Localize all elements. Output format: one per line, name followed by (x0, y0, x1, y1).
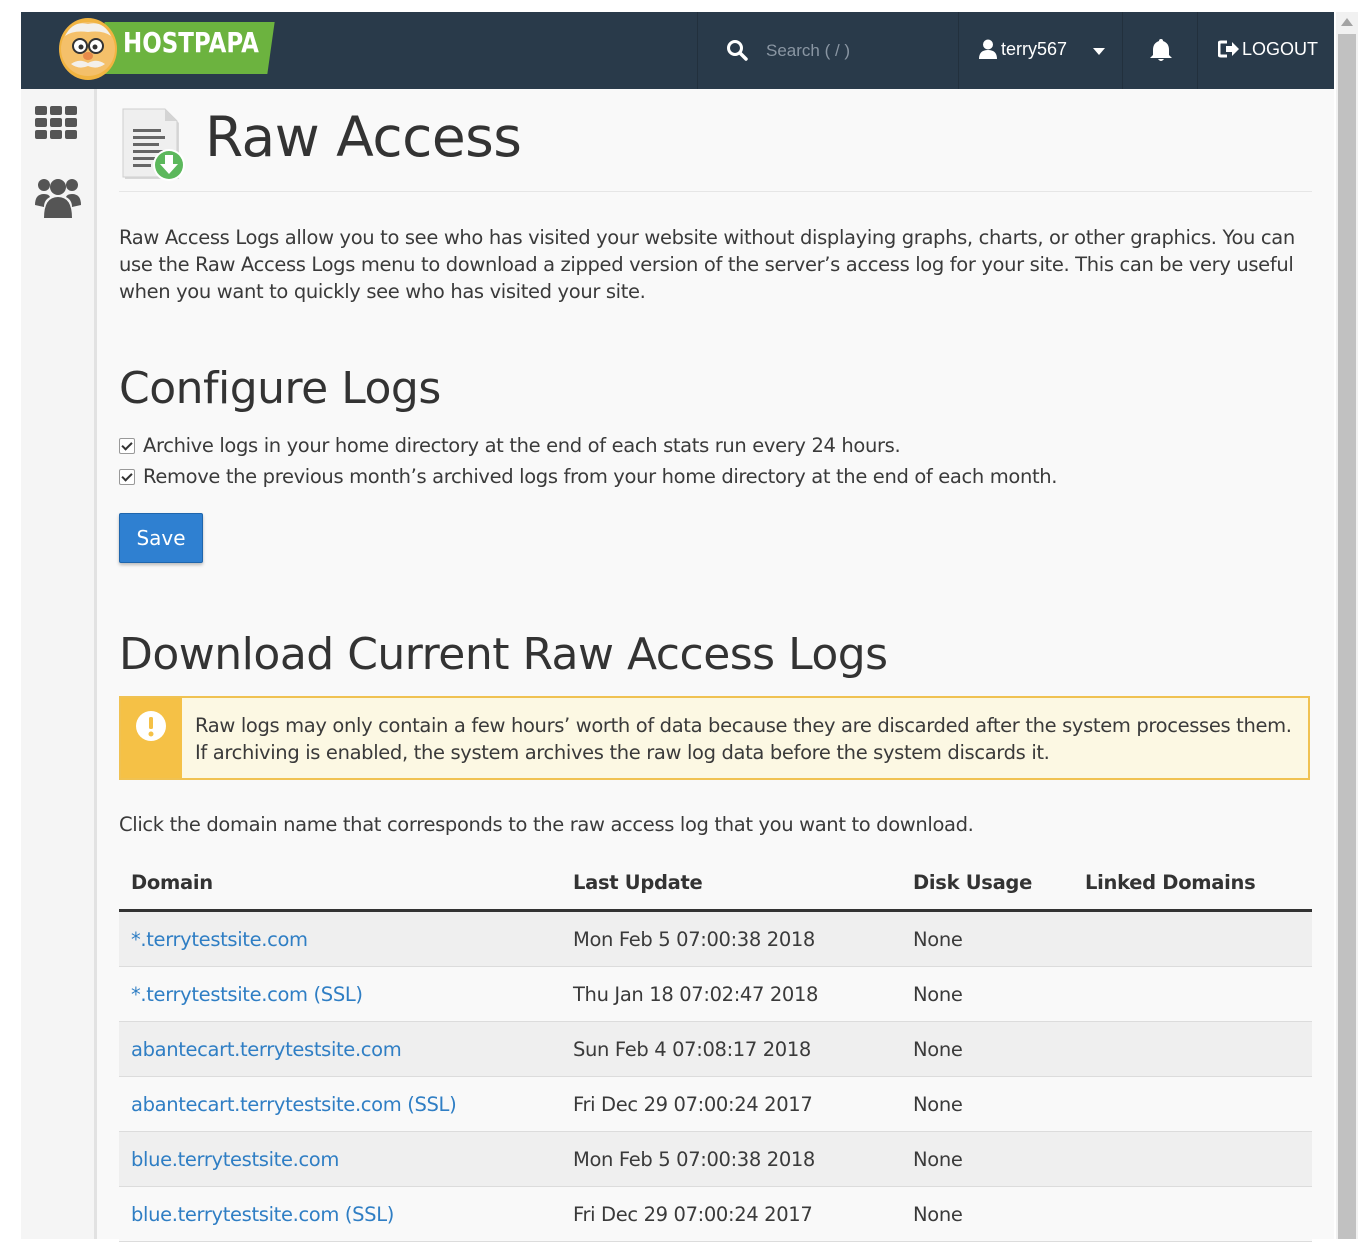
alert-text: Raw logs may only contain a few hours’ w… (195, 714, 1292, 764)
main-content: Raw Access Raw Access Logs allow you to … (97, 89, 1334, 1242)
domain-cell: blue.terrytestsite.com (119, 1131, 561, 1187)
domain-link[interactable]: *.terrytestsite.com (SSL) (131, 983, 363, 1006)
logout-button[interactable]: LOGOUT (1197, 12, 1335, 89)
configure-logs-heading: Configure Logs (119, 363, 441, 414)
search-input[interactable] (764, 36, 948, 66)
bell-icon (1150, 39, 1172, 61)
domain-cell: blue.terrytestsite.com (SSL) (119, 1186, 561, 1242)
exclamation-icon (136, 711, 166, 741)
domain-link[interactable]: *.terrytestsite.com (131, 928, 308, 951)
last-update-cell: Fri Dec 29 07:00:24 2017 (561, 1076, 901, 1132)
search-icon (727, 40, 748, 61)
page-title: Raw Access (205, 105, 522, 169)
scrollbar-thumb[interactable] (1338, 34, 1356, 1239)
grid-icon[interactable] (35, 106, 79, 140)
column-last-update[interactable]: Last Update (561, 855, 901, 912)
last-update-cell: Mon Feb 5 07:00:38 2018 (561, 910, 901, 967)
search-box[interactable] (697, 12, 958, 89)
linked-domains-cell (1073, 1076, 1312, 1132)
domain-link[interactable]: abantecart.terrytestsite.com (SSL) (131, 1093, 457, 1116)
sidebar (21, 89, 97, 1239)
intro-text: Raw Access Logs allow you to see who has… (119, 226, 1295, 303)
disk-usage-cell: None (901, 1076, 1073, 1132)
table-row: blue.terrytestsite.com Mon Feb 5 07:00:3… (119, 1131, 1312, 1187)
logout-icon (1218, 40, 1239, 58)
column-linked-domains: Linked Domains (1073, 855, 1312, 912)
document-download-icon (122, 108, 185, 181)
user-icon (979, 39, 997, 59)
last-update-cell: Mon Feb 5 07:00:38 2018 (561, 1131, 901, 1187)
domain-cell: abantecart.terrytestsite.com (119, 1021, 561, 1077)
brand-name: HOSTPAPA (123, 26, 259, 59)
raw-logs-table: Domain Last Update Disk Usage Linked Dom… (119, 855, 1312, 1242)
linked-domains-cell (1073, 1131, 1312, 1187)
remove-logs-label: Remove the previous month’s archived log… (143, 465, 1058, 488)
domain-cell: *.terrytestsite.com (119, 910, 561, 967)
disk-usage-cell: None (901, 1021, 1073, 1077)
table-row: *.terrytestsite.com Mon Feb 5 07:00:38 2… (119, 910, 1312, 967)
archive-logs-checkbox[interactable] (119, 438, 135, 454)
save-button[interactable]: Save (119, 513, 203, 563)
scroll-up-arrow-icon[interactable] (1341, 18, 1353, 26)
user-menu[interactable]: terry567 (958, 12, 1123, 89)
table-header-row: Domain Last Update Disk Usage Linked Dom… (119, 855, 1312, 912)
linked-domains-cell (1073, 1021, 1312, 1077)
last-update-cell: Thu Jan 18 07:02:47 2018 (561, 966, 901, 1022)
domain-cell: *.terrytestsite.com (SSL) (119, 966, 561, 1022)
domain-cell: abantecart.terrytestsite.com (SSL) (119, 1076, 561, 1132)
logo-mascot (59, 18, 117, 80)
logout-label: LOGOUT (1242, 39, 1319, 59)
warning-alert: Raw logs may only contain a few hours’ w… (119, 696, 1310, 780)
table-instructions: Click the domain name that corresponds t… (119, 813, 974, 836)
disk-usage-cell: None (901, 1131, 1073, 1187)
disk-usage-cell: None (901, 910, 1073, 967)
domain-link[interactable]: blue.terrytestsite.com (131, 1148, 339, 1171)
linked-domains-cell (1073, 1186, 1312, 1242)
archive-logs-label: Archive logs in your home directory at t… (143, 434, 901, 457)
column-disk-usage[interactable]: Disk Usage (901, 855, 1073, 912)
disk-usage-cell: None (901, 1186, 1073, 1242)
last-update-cell: Fri Dec 29 07:00:24 2017 (561, 1186, 901, 1242)
title-divider (119, 191, 1312, 192)
domain-link[interactable]: abantecart.terrytestsite.com (131, 1038, 402, 1061)
top-header: HOSTPAPA terry567 LOGOUT (21, 12, 1334, 89)
users-icon[interactable] (35, 175, 81, 219)
linked-domains-cell (1073, 966, 1312, 1022)
linked-domains-cell (1073, 910, 1312, 967)
notifications-button[interactable] (1122, 12, 1198, 89)
disk-usage-cell: None (901, 966, 1073, 1022)
table-row: abantecart.terrytestsite.com Sun Feb 4 0… (119, 1021, 1312, 1077)
table-row: blue.terrytestsite.com (SSL) Fri Dec 29 … (119, 1186, 1312, 1242)
column-domain[interactable]: Domain (119, 855, 561, 912)
brand-logo[interactable]: HOSTPAPA (51, 16, 275, 82)
remove-logs-checkbox[interactable] (119, 469, 135, 485)
username: terry567 (1001, 39, 1068, 59)
chevron-down-icon (1093, 48, 1105, 55)
download-logs-heading: Download Current Raw Access Logs (119, 629, 888, 680)
table-row: abantecart.terrytestsite.com (SSL) Fri D… (119, 1076, 1312, 1132)
last-update-cell: Sun Feb 4 07:08:17 2018 (561, 1021, 901, 1077)
table-row: *.terrytestsite.com (SSL) Thu Jan 18 07:… (119, 966, 1312, 1022)
alert-icon-panel (121, 698, 182, 778)
domain-link[interactable]: blue.terrytestsite.com (SSL) (131, 1203, 394, 1226)
